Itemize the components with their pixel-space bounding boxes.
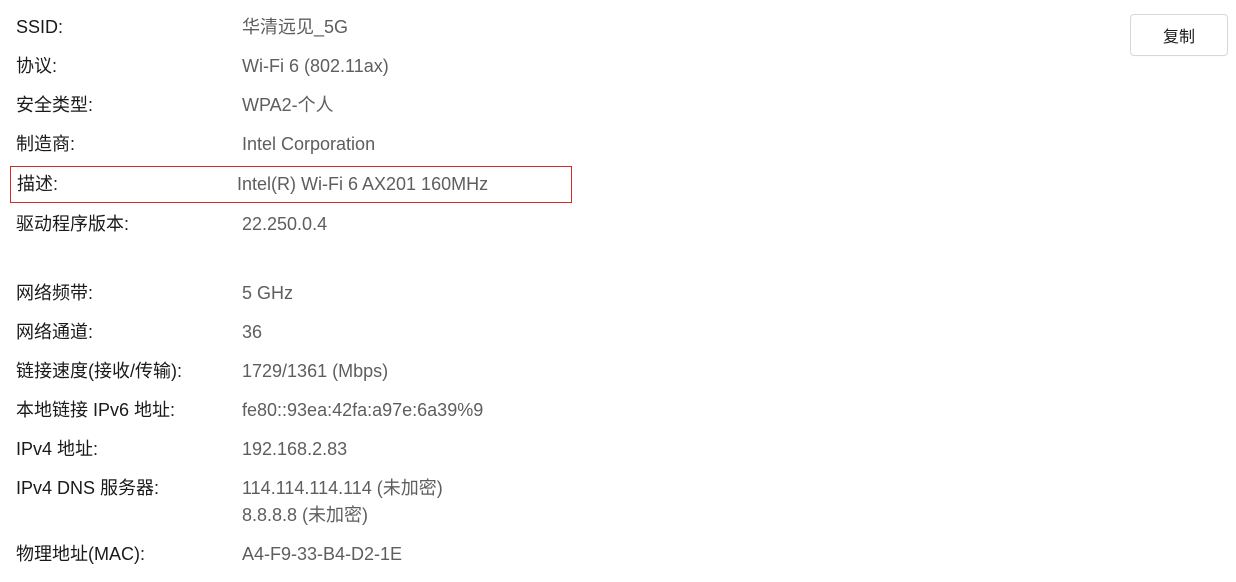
row-ssid: SSID: 华清远见_5G xyxy=(16,8,1220,47)
label-driver-version: 驱动程序版本: xyxy=(16,211,242,238)
label-security-type: 安全类型: xyxy=(16,92,242,119)
value-ipv4-dns-2: 8.8.8.8 (未加密) xyxy=(242,502,443,529)
value-manufacturer: Intel Corporation xyxy=(242,131,375,158)
row-ipv4-dns: IPv4 DNS 服务器: 114.114.114.114 (未加密) 8.8.… xyxy=(16,469,1220,535)
row-mac: 物理地址(MAC): A4-F9-33-B4-D2-1E xyxy=(16,535,1220,574)
value-ipv4-addr: 192.168.2.83 xyxy=(242,436,347,463)
value-driver-version: 22.250.0.4 xyxy=(242,211,327,238)
value-network-channel: 36 xyxy=(242,319,262,346)
row-driver-version: 驱动程序版本: 22.250.0.4 xyxy=(16,205,1220,244)
label-mac: 物理地址(MAC): xyxy=(16,541,242,568)
value-mac: A4-F9-33-B4-D2-1E xyxy=(242,541,402,568)
value-ipv4-dns: 114.114.114.114 (未加密) 8.8.8.8 (未加密) xyxy=(242,475,443,529)
row-network-band: 网络频带: 5 GHz xyxy=(16,274,1220,313)
row-ipv4-addr: IPv4 地址: 192.168.2.83 xyxy=(16,430,1220,469)
copy-button[interactable]: 复制 xyxy=(1130,14,1228,56)
row-security-type: 安全类型: WPA2-个人 xyxy=(16,86,1220,125)
label-ssid: SSID: xyxy=(16,14,242,41)
row-ipv6-local: 本地链接 IPv6 地址: fe80::93ea:42fa:a97e:6a39%… xyxy=(16,391,1220,430)
label-network-channel: 网络通道: xyxy=(16,319,242,346)
label-description: 描述: xyxy=(17,171,237,198)
value-ssid: 华清远见_5G xyxy=(242,14,348,41)
row-description-highlighted: 描述: Intel(R) Wi-Fi 6 AX201 160MHz xyxy=(10,166,572,203)
label-manufacturer: 制造商: xyxy=(16,131,242,158)
row-link-speed: 链接速度(接收/传输): 1729/1361 (Mbps) xyxy=(16,352,1220,391)
value-ipv6-local: fe80::93ea:42fa:a97e:6a39%9 xyxy=(242,397,483,424)
section-gap xyxy=(16,244,1220,274)
label-protocol: 协议: xyxy=(16,53,242,80)
value-protocol: Wi-Fi 6 (802.11ax) xyxy=(242,53,389,80)
label-link-speed: 链接速度(接收/传输): xyxy=(16,358,242,385)
label-ipv4-dns: IPv4 DNS 服务器: xyxy=(16,475,242,502)
label-ipv4-addr: IPv4 地址: xyxy=(16,436,242,463)
value-description: Intel(R) Wi-Fi 6 AX201 160MHz xyxy=(237,171,488,198)
network-properties-panel: 复制 SSID: 华清远见_5G 协议: Wi-Fi 6 (802.11ax) … xyxy=(0,0,1236,582)
row-protocol: 协议: Wi-Fi 6 (802.11ax) xyxy=(16,47,1220,86)
value-ipv4-dns-1: 114.114.114.114 (未加密) xyxy=(242,475,443,502)
label-ipv6-local: 本地链接 IPv6 地址: xyxy=(16,397,242,424)
value-network-band: 5 GHz xyxy=(242,280,293,307)
row-network-channel: 网络通道: 36 xyxy=(16,313,1220,352)
row-manufacturer: 制造商: Intel Corporation xyxy=(16,125,1220,164)
value-security-type: WPA2-个人 xyxy=(242,92,334,119)
label-network-band: 网络频带: xyxy=(16,280,242,307)
value-link-speed: 1729/1361 (Mbps) xyxy=(242,358,388,385)
